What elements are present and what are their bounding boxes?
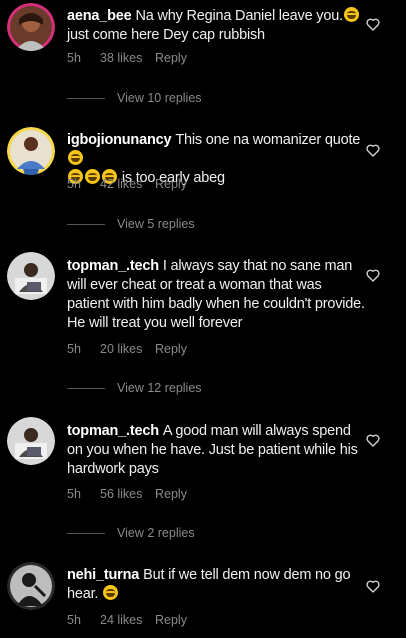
avatar[interactable] (7, 562, 55, 610)
comment-meta: 5h 56 likes Reply (67, 487, 187, 501)
divider (67, 223, 105, 225)
reply-button[interactable]: Reply (155, 613, 187, 627)
comment-text: aena_bee Na why Regina Daniel leave you. … (67, 7, 367, 45)
comment-meta: 5h 38 likes Reply (67, 51, 187, 65)
comment-meta: 5h 24 likes Reply (67, 613, 187, 627)
avatar[interactable] (7, 127, 55, 175)
view-replies-button[interactable]: View 10 replies (67, 91, 202, 105)
laughing-emoji-icon (343, 7, 359, 22)
heart-icon[interactable] (365, 16, 381, 32)
avatar[interactable] (7, 252, 55, 300)
heart-icon[interactable] (365, 267, 381, 283)
timestamp: 5h (67, 177, 81, 191)
profile-photo-icon (7, 127, 55, 175)
view-replies-label: View 2 replies (117, 526, 195, 540)
profile-photo-icon (7, 3, 55, 51)
timestamp: 5h (67, 487, 81, 501)
view-replies-label: View 12 replies (117, 381, 202, 395)
comment-text-part: Na why Regina Daniel leave you. (135, 8, 344, 24)
view-replies-button[interactable]: View 5 replies (67, 217, 195, 231)
reply-button[interactable]: Reply (155, 342, 187, 356)
comment-text-part: This one na womanizer quote (175, 132, 361, 148)
timestamp: 5h (67, 613, 81, 627)
laughing-emoji-icon (103, 585, 119, 600)
view-replies-label: View 10 replies (117, 91, 202, 105)
profile-photo-icon (7, 417, 55, 465)
username[interactable]: igbojionunancy (67, 132, 172, 148)
reply-button[interactable]: Reply (155, 487, 187, 501)
view-replies-button[interactable]: View 2 replies (67, 526, 195, 540)
profile-photo-icon (7, 562, 55, 610)
comment-text: topman_.tech I always say that no sane ma… (67, 257, 367, 333)
comment-text: nehi_turna But if we tell dem now dem no … (67, 566, 367, 604)
avatar[interactable] (7, 3, 55, 51)
likes-count[interactable]: 38 likes (100, 51, 155, 65)
comment-text: topman_.tech A good man will always spend… (67, 422, 367, 479)
view-replies-label: View 5 replies (117, 217, 195, 231)
username[interactable]: topman_.tech (67, 258, 159, 274)
comment-meta: 5h 42 likes Reply (67, 177, 187, 191)
likes-count[interactable]: 56 likes (100, 487, 155, 501)
reply-button[interactable]: Reply (155, 51, 187, 65)
avatar[interactable] (7, 417, 55, 465)
username[interactable]: topman_.tech (67, 423, 159, 439)
divider (67, 387, 105, 389)
profile-photo-icon (7, 252, 55, 300)
reply-button[interactable]: Reply (155, 177, 187, 191)
username[interactable]: aena_bee (67, 8, 132, 24)
divider (67, 97, 105, 99)
divider (67, 532, 105, 534)
timestamp: 5h (67, 342, 81, 356)
comment-meta: 5h 20 likes Reply (67, 342, 187, 356)
timestamp: 5h (67, 51, 81, 65)
laughing-emoji-icon (68, 150, 83, 165)
heart-icon[interactable] (365, 142, 381, 158)
likes-count[interactable]: 20 likes (100, 342, 155, 356)
username[interactable]: nehi_turna (67, 567, 139, 583)
heart-icon[interactable] (365, 578, 381, 594)
likes-count[interactable]: 42 likes (100, 177, 155, 191)
likes-count[interactable]: 24 likes (100, 613, 155, 627)
view-replies-button[interactable]: View 12 replies (67, 381, 202, 395)
heart-icon[interactable] (365, 432, 381, 448)
comment-text-part: just come here Dey cap rubbish (67, 27, 265, 43)
